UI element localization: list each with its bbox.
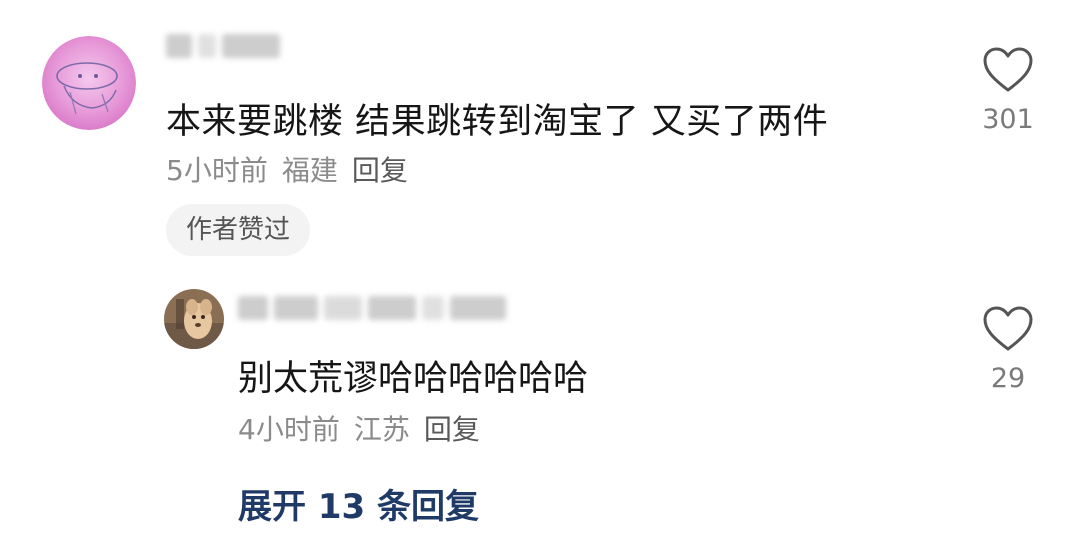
commenter-avatar[interactable] [42, 36, 136, 130]
replier-username-blurred[interactable] [238, 296, 506, 320]
reply-meta: 4小时前 江苏 回复 [238, 413, 480, 447]
comment-text: 本来要跳楼 结果跳转到淘宝了 又买了两件 [166, 102, 829, 142]
replier-avatar[interactable] [164, 289, 224, 349]
comment-time: 5小时前 [166, 154, 268, 187]
comment-thread: 本来要跳楼 结果跳转到淘宝了 又买了两件 5小时前 福建 回复 作者赞过 301 [0, 0, 1080, 560]
reply-button[interactable]: 回复 [352, 154, 408, 188]
reply-text: 别太荒谬哈哈哈哈哈哈 [238, 359, 589, 399]
expand-replies-link[interactable]: 展开 13 条回复 [238, 486, 479, 528]
like-count: 301 [982, 104, 1034, 135]
commenter-username-blurred[interactable] [166, 34, 280, 58]
reply-like[interactable]: 29 [968, 305, 1048, 395]
author-liked-badge: 作者赞过 [166, 204, 311, 256]
avatar-image [42, 36, 136, 130]
avatar-image [164, 289, 224, 349]
reply-button[interactable]: 回复 [424, 413, 480, 447]
comment-location: 福建 [281, 154, 338, 187]
heart-outline-icon[interactable] [982, 46, 1034, 94]
comment-meta: 5小时前 福建 回复 [166, 154, 408, 188]
reply-time: 4小时前 [238, 413, 340, 446]
heart-outline-icon[interactable] [982, 305, 1034, 353]
reply-location: 江苏 [353, 413, 410, 446]
like-count: 29 [990, 363, 1026, 394]
comment-like[interactable]: 301 [968, 46, 1048, 136]
